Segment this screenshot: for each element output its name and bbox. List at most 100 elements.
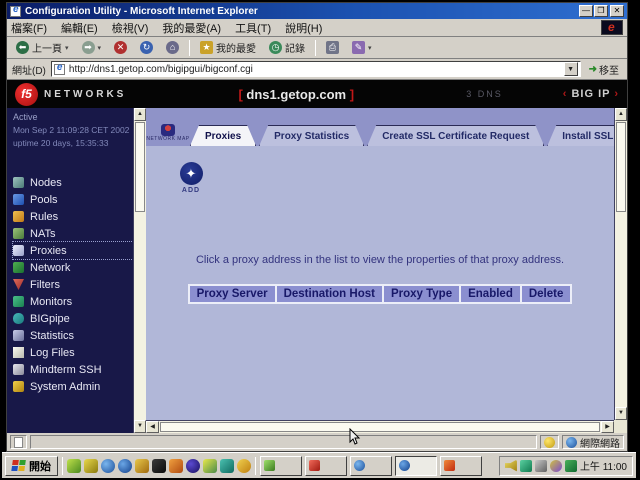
sidebar-item-log-files[interactable]: Log Files <box>13 344 133 361</box>
quicklaunch-icon-2[interactable] <box>84 459 98 473</box>
task-button-5[interactable] <box>440 456 482 476</box>
address-bar: 網址(D) http://dns1.getop.com/bigipgui/big… <box>7 59 627 80</box>
scroll-up-icon[interactable]: ▲ <box>615 108 627 121</box>
refresh-button[interactable]: ↻ <box>135 39 158 56</box>
taskbar-clock[interactable]: 上午 11:00 <box>580 458 627 473</box>
menu-help[interactable]: 說明(H) <box>285 20 322 36</box>
scroll-down-icon[interactable]: ▼ <box>134 420 146 433</box>
display-icon[interactable] <box>535 460 547 472</box>
sidebar-item-nats[interactable]: NATs <box>13 225 133 242</box>
go-button[interactable]: ➜ 移至 <box>586 61 622 78</box>
scroll-down-icon[interactable]: ▼ <box>615 407 627 420</box>
sidebar-item-nodes[interactable]: Nodes <box>13 174 133 191</box>
sidebar-item-statistics[interactable]: Statistics <box>13 327 133 344</box>
tray-icon-2[interactable] <box>520 460 532 472</box>
minimize-button[interactable]: — <box>579 5 593 17</box>
alert-icon <box>544 437 555 448</box>
mindterm-ssh-icon <box>13 364 24 375</box>
col-proxy-type: Proxy Type <box>384 286 459 302</box>
network-map-button[interactable]: NETWORK MAP <box>146 124 190 142</box>
tab-install-ssl-certificate[interactable]: Install SSL Certif <box>547 125 614 146</box>
quicklaunch-icon-6[interactable] <box>152 459 166 473</box>
tab-proxies[interactable]: Proxies <box>190 125 256 146</box>
forward-dropdown-icon[interactable]: ▾ <box>98 44 102 52</box>
menu-favorites[interactable]: 我的最愛(A) <box>162 20 221 36</box>
scrollbar-corner <box>614 420 627 433</box>
home-button[interactable]: ⌂ <box>161 39 184 56</box>
quicklaunch-icon-10[interactable] <box>220 459 234 473</box>
menu-view[interactable]: 檢視(V) <box>112 20 149 36</box>
status-message-panel <box>30 435 537 449</box>
sidebar-item-filters[interactable]: Filters <box>13 276 133 293</box>
status-zone-panel: 網際網路 <box>562 435 624 449</box>
sidebar-item-monitors[interactable]: Monitors <box>13 293 133 310</box>
product-3dns-label: 3 DNS <box>466 89 503 99</box>
print-button[interactable]: ⎙ <box>321 39 344 56</box>
tab-proxy-statistics[interactable]: Proxy Statistics <box>259 125 364 146</box>
quicklaunch-icon-5[interactable] <box>135 459 149 473</box>
edit-button[interactable]: ✎ ▾ <box>347 39 377 56</box>
address-dropdown-icon[interactable]: ▼ <box>564 62 578 76</box>
url-page-icon <box>54 64 65 75</box>
menu-tools[interactable]: 工具(T) <box>235 20 271 36</box>
instruction-text: Click a proxy address in the list to vie… <box>146 254 614 266</box>
quicklaunch-icon-7[interactable] <box>169 459 183 473</box>
quicklaunch-icon-8[interactable] <box>186 459 200 473</box>
address-input[interactable]: http://dns1.getop.com/bigipgui/bigconf.c… <box>51 61 581 77</box>
sidebar-item-system-admin[interactable]: System Admin <box>13 378 133 395</box>
sidebar-item-rules[interactable]: Rules <box>13 208 133 225</box>
sidebar-item-bigpipe[interactable]: BIGpipe <box>13 310 133 327</box>
quicklaunch-icon-4[interactable] <box>118 459 132 473</box>
windows-logo-icon <box>11 460 26 472</box>
scrollbar-thumb[interactable] <box>135 122 145 212</box>
col-enabled: Enabled <box>461 286 520 302</box>
sidebar-item-network[interactable]: Network <box>13 259 133 276</box>
scrollbar-thumb[interactable] <box>616 122 626 212</box>
status-alert-panel <box>540 435 559 449</box>
start-button[interactable]: 開始 <box>5 456 58 476</box>
scroll-up-icon[interactable]: ▲ <box>134 108 146 121</box>
quicklaunch-icon-1[interactable] <box>67 459 81 473</box>
sidebar-scrollbar[interactable]: ▲ ▼ <box>133 108 146 433</box>
menu-file[interactable]: 檔案(F) <box>11 20 47 36</box>
task-button-3[interactable] <box>350 456 392 476</box>
task-button-4-active[interactable] <box>395 456 437 476</box>
forward-button[interactable]: ➡ ▾ <box>77 39 107 56</box>
tab-strip: NETWORK MAP Proxies Proxy Statistics Cre… <box>146 108 614 146</box>
unit-status: Active <box>13 112 133 122</box>
sidebar-item-pools[interactable]: Pools <box>13 191 133 208</box>
ie-window-icon <box>10 6 21 17</box>
quicklaunch-icon-3[interactable] <box>101 459 115 473</box>
back-dropdown-icon[interactable]: ▾ <box>65 44 69 52</box>
tray-icon-5[interactable] <box>565 460 577 472</box>
tray-icon-4[interactable] <box>550 460 562 472</box>
task-button-2[interactable] <box>305 456 347 476</box>
close-button[interactable]: ✕ <box>610 5 624 17</box>
add-proxy-button[interactable]: ✦ ADD <box>168 162 214 194</box>
quicklaunch-icon-9[interactable] <box>203 459 217 473</box>
history-button[interactable]: ◷ 記錄 <box>264 38 310 57</box>
edit-dropdown-icon[interactable]: ▾ <box>368 44 372 52</box>
address-label: 網址(D) <box>12 62 46 77</box>
scroll-left-icon[interactable]: ◀ <box>146 421 159 433</box>
favorites-button[interactable]: ★ 我的最愛 <box>195 38 261 57</box>
stop-button[interactable]: ✕ <box>109 39 132 56</box>
quicklaunch-icon-11[interactable] <box>237 459 251 473</box>
menu-edit[interactable]: 編輯(E) <box>61 20 98 36</box>
document-icon <box>14 437 23 448</box>
content-vertical-scrollbar[interactable]: ▲ ▼ <box>614 108 627 420</box>
stop-icon: ✕ <box>114 41 127 54</box>
tab-create-ssl-certificate-request[interactable]: Create SSL Certificate Request <box>367 125 544 146</box>
back-button[interactable]: ⬅ 上一頁 ▾ <box>11 38 74 57</box>
task-button-1[interactable] <box>260 456 302 476</box>
sidebar-item-proxies[interactable]: Proxies <box>13 242 133 259</box>
browser-toolbar: ⬅ 上一頁 ▾ ➡ ▾ ✕ ↻ ⌂ ★ 我的最愛 ◷ <box>7 37 627 59</box>
volume-icon[interactable] <box>505 460 517 472</box>
scrollbar-thumb[interactable] <box>160 422 600 432</box>
sidebar-item-mindterm-ssh[interactable]: Mindterm SSH <box>13 361 133 378</box>
col-destination-host: Destination Host <box>277 286 382 302</box>
scroll-right-icon[interactable]: ▶ <box>601 421 614 433</box>
monitors-icon <box>13 296 24 307</box>
maximize-button[interactable]: ❐ <box>594 5 608 17</box>
content-horizontal-scrollbar[interactable]: ◀ ▶ <box>146 420 614 433</box>
